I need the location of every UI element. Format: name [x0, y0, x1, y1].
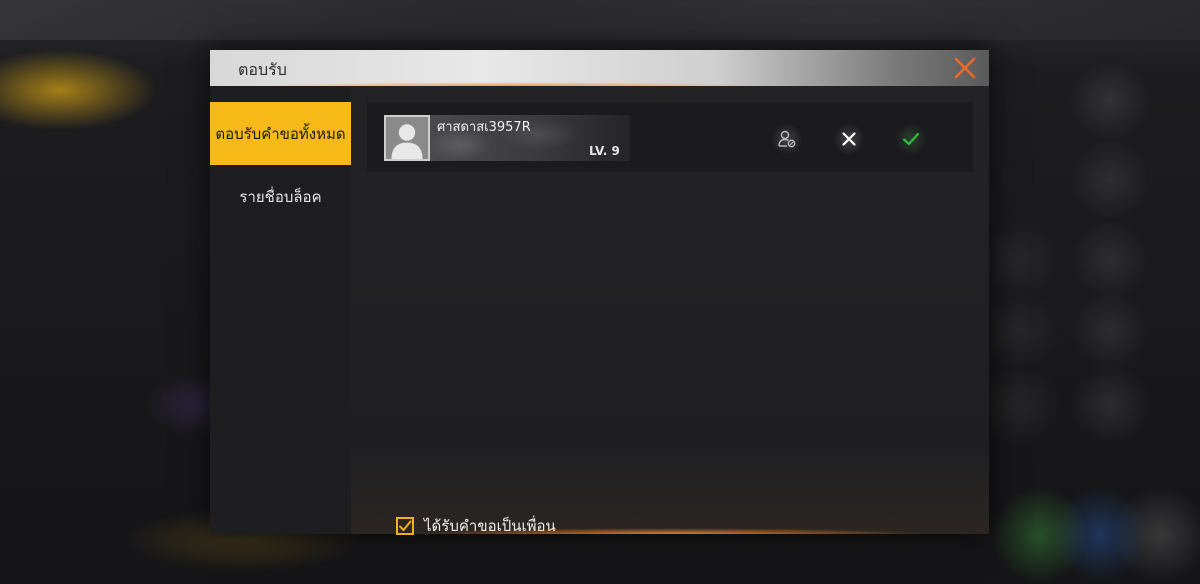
sidebar-item-label: ตอบรับคำขอทั้งหมด — [215, 124, 346, 143]
request-list-panel: ศาสดาสเ3957R LV. 9 ได้รับคำขอเป็นเพื่อน — [351, 86, 989, 535]
player-username: ศาสดาสเ3957R — [437, 120, 531, 135]
view-profile-icon — [778, 130, 796, 148]
sidebar-item-block-list[interactable]: รายชื่อบล็อค — [210, 165, 351, 228]
checkmark-icon — [399, 520, 412, 531]
close-button[interactable] — [941, 50, 989, 86]
dialog-title-bar: ตอบรับ — [210, 50, 989, 86]
reject-icon — [842, 132, 856, 146]
checkbox[interactable] — [396, 517, 414, 535]
view-profile-button[interactable] — [772, 124, 802, 154]
friend-request-dialog: ตอบรับ ตอบรับคำขอทั้งหมด รายชื่อบล็อค ศา… — [210, 50, 989, 535]
player-level: LV. 9 — [589, 144, 620, 158]
receive-friend-requests-toggle[interactable]: ได้รับคำขอเป็นเพื่อน — [396, 514, 556, 538]
accept-icon — [902, 132, 920, 146]
close-icon — [954, 57, 976, 79]
sidebar-item-label: รายชื่อบล็อค — [239, 187, 322, 206]
background-top-bar — [0, 0, 1200, 40]
checkbox-label: ได้รับคำขอเป็นเพื่อน — [424, 517, 556, 535]
sidebar: ตอบรับคำขอทั้งหมด รายชื่อบล็อค — [210, 86, 351, 534]
accept-button[interactable] — [896, 124, 926, 154]
person-avatar-icon — [384, 115, 430, 161]
sidebar-item-accept-all[interactable]: ตอบรับคำขอทั้งหมด — [210, 102, 351, 165]
dialog-title: ตอบรับ — [238, 60, 287, 79]
friend-request-row: ศาสดาสเ3957R LV. 9 — [367, 102, 973, 172]
reject-button[interactable] — [834, 124, 864, 154]
